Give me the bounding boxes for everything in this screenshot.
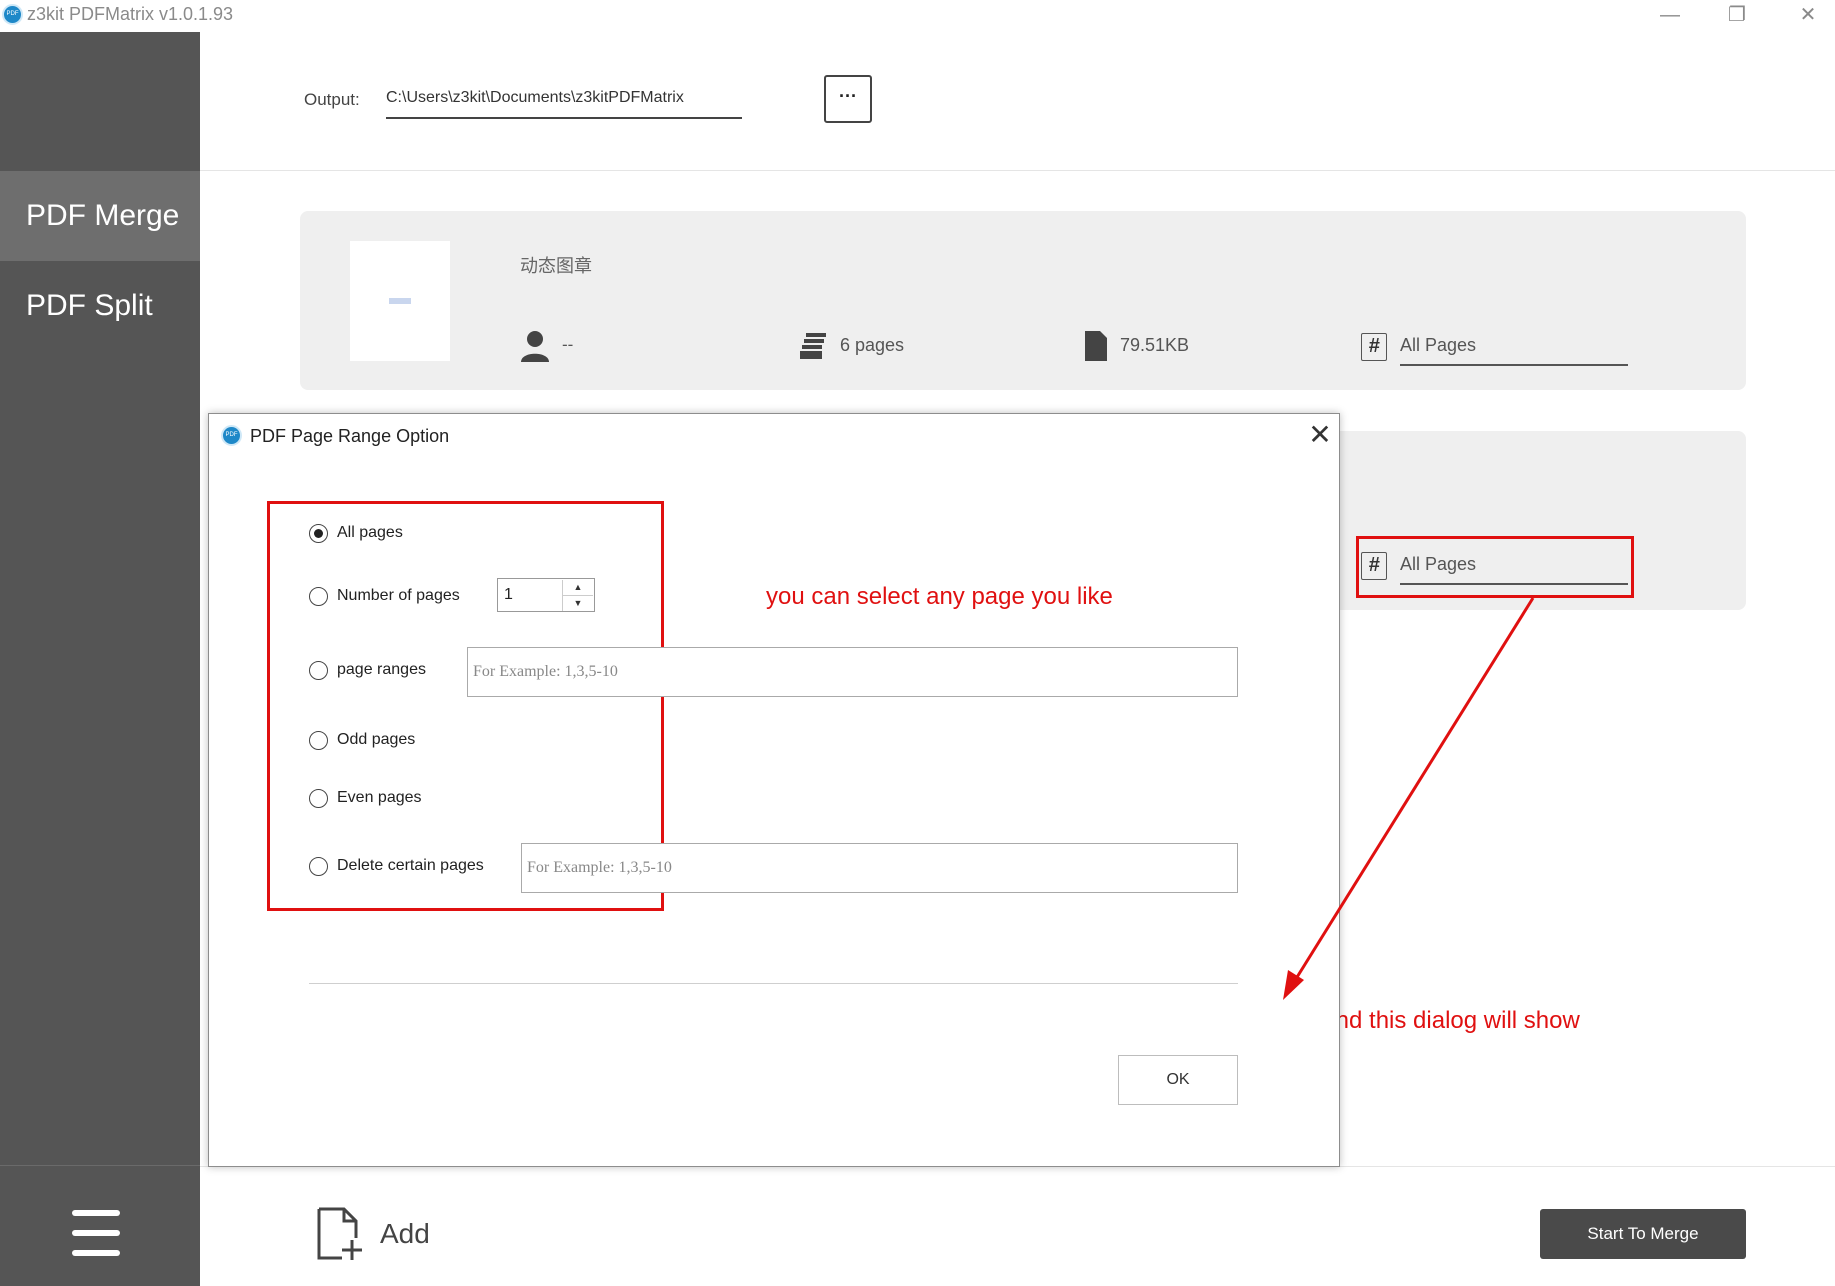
radio-delete-certain-pages[interactable] bbox=[309, 857, 328, 876]
stepper-down-icon[interactable]: ▼ bbox=[562, 595, 593, 611]
dialog-divider bbox=[309, 983, 1238, 984]
window-close-button[interactable]: ✕ bbox=[1788, 2, 1828, 28]
add-file-button[interactable]: Add bbox=[380, 1218, 430, 1250]
app-title: z3kit PDFMatrix v1.0.1.93 bbox=[27, 4, 234, 24]
stack-icon bbox=[800, 333, 826, 359]
radio-even-pages[interactable] bbox=[309, 789, 328, 808]
app-logo-icon: PDF bbox=[2, 4, 23, 25]
radio-odd-pages[interactable] bbox=[309, 731, 328, 750]
dialog-logo-icon: PDF bbox=[221, 425, 242, 446]
delete-pages-input[interactable]: For Example: 1,3,5-10 bbox=[521, 843, 1238, 893]
option-label-number-of-pages[interactable]: Number of pages bbox=[337, 587, 460, 605]
option-label-delete-certain-pages[interactable]: Delete certain pages bbox=[337, 857, 484, 875]
header-divider bbox=[200, 170, 1835, 171]
title-bar bbox=[0, 0, 1835, 32]
page-ranges-input[interactable]: For Example: 1,3,5-10 bbox=[467, 647, 1238, 697]
annotation-highlight-box bbox=[1356, 536, 1634, 598]
sidebar-divider bbox=[0, 1165, 200, 1166]
hash-file-icon: # bbox=[1361, 333, 1387, 361]
stepper-up-icon[interactable]: ▲ bbox=[562, 580, 593, 595]
browse-output-button[interactable]: ··· bbox=[824, 75, 872, 123]
option-label-even-pages[interactable]: Even pages bbox=[337, 789, 422, 807]
file-name: 动态图章 bbox=[520, 256, 592, 276]
stepper-value[interactable]: 1 bbox=[504, 586, 513, 604]
sidebar-item-pdf-split[interactable]: PDF Split bbox=[0, 261, 200, 351]
user-icon bbox=[521, 331, 549, 362]
radio-page-ranges[interactable] bbox=[309, 661, 328, 680]
radio-number-of-pages[interactable] bbox=[309, 587, 328, 606]
file-size: 79.51KB bbox=[1120, 335, 1190, 355]
radio-all-pages[interactable] bbox=[309, 524, 328, 543]
ok-button[interactable]: OK bbox=[1118, 1055, 1238, 1105]
number-of-pages-stepper[interactable]: 1 ▲ ▼ bbox=[497, 578, 595, 612]
hamburger-menu-icon[interactable] bbox=[72, 1208, 120, 1258]
output-label: Output: bbox=[304, 90, 360, 109]
option-label-all-pages[interactable]: All pages bbox=[337, 524, 403, 542]
file-icon bbox=[1085, 331, 1107, 361]
dialog-close-button[interactable]: ✕ bbox=[1305, 420, 1335, 450]
option-label-page-ranges[interactable]: page ranges bbox=[337, 661, 426, 679]
output-path-field[interactable]: C:\Users\z3kit\Documents\z3kitPDFMatrix bbox=[386, 89, 742, 119]
minimize-button[interactable]: — bbox=[1650, 2, 1690, 28]
option-label-odd-pages[interactable]: Odd pages bbox=[337, 731, 415, 749]
annotation-select-note: you can select any page you like bbox=[766, 583, 1113, 610]
dialog-title: PDF Page Range Option bbox=[250, 426, 450, 446]
page-range-selector[interactable]: All Pages bbox=[1400, 335, 1628, 366]
add-file-icon[interactable] bbox=[316, 1206, 364, 1262]
sidebar-item-pdf-merge[interactable]: PDF Merge bbox=[0, 171, 200, 261]
restore-button[interactable]: ❐ bbox=[1717, 2, 1757, 28]
thumbnail-stamp-mark bbox=[389, 298, 411, 304]
page-range-dialog: PDF PDF Page Range Option ✕ All pages Nu… bbox=[208, 413, 1340, 1167]
start-merge-button[interactable]: Start To Merge bbox=[1540, 1209, 1746, 1259]
file-page-count: 6 pages bbox=[840, 335, 905, 355]
file-author: -- bbox=[562, 335, 574, 354]
